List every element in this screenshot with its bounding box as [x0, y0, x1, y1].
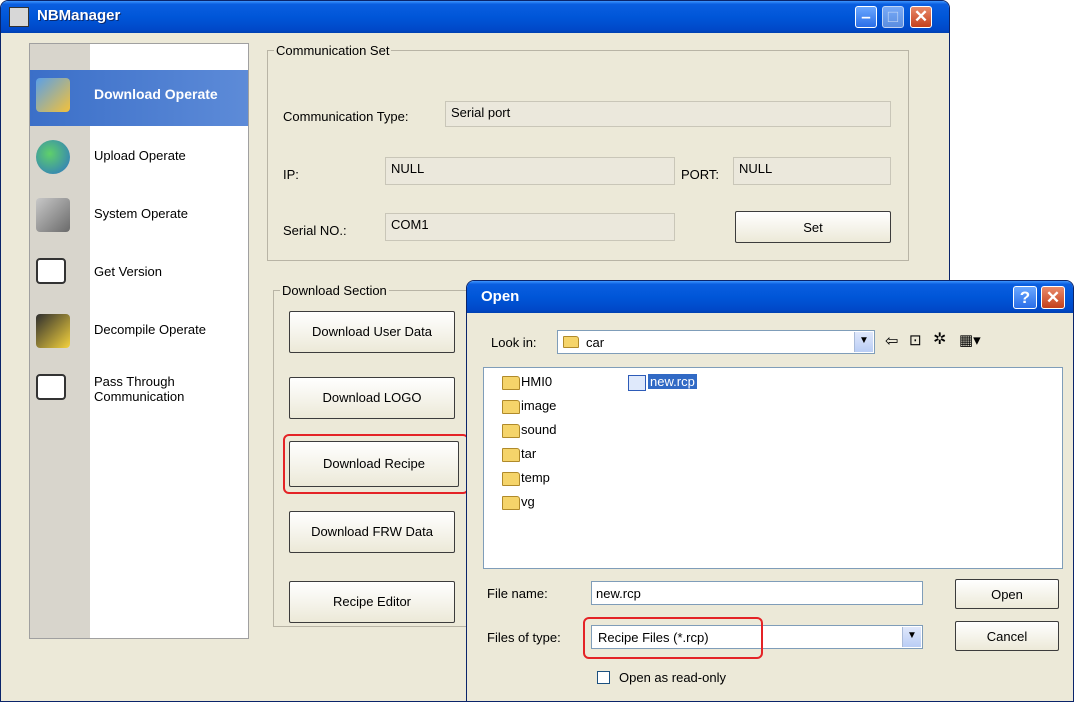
window-title: NBManager — [37, 7, 121, 24]
recipe-editor-button[interactable]: Recipe Editor — [289, 581, 455, 623]
ip-label: IP: — [283, 167, 299, 182]
chevron-down-icon: ▼ — [907, 630, 917, 641]
folder-item-hmi0[interactable]: HMI0 — [502, 374, 552, 392]
pass-through-icon — [36, 374, 66, 400]
back-icon[interactable]: ⇦ — [885, 331, 898, 351]
get-version-icon — [36, 258, 66, 284]
communication-set-legend: Communication Set — [276, 43, 390, 58]
highlight-download-recipe — [283, 434, 469, 494]
folder-icon — [502, 471, 520, 486]
comm-type-field: Serial port — [445, 101, 891, 127]
close-icon: ✕ — [913, 7, 929, 26]
folder-icon — [563, 336, 579, 348]
nav-item-label: Upload Operate — [94, 148, 186, 163]
decompile-operate-icon — [36, 314, 70, 348]
close-button[interactable]: ✕ — [910, 6, 932, 28]
folder-icon — [502, 423, 520, 438]
folder-item-vg[interactable]: vg — [502, 494, 535, 512]
download-operate-icon — [36, 78, 70, 112]
file-item-new-rcp[interactable]: new.rcp — [628, 374, 697, 392]
nav-item-label: Download Operate — [94, 86, 218, 102]
lookin-label: Look in: — [491, 335, 537, 350]
folder-icon — [502, 447, 520, 462]
readonly-checkbox[interactable] — [597, 671, 610, 684]
download-user-data-button[interactable]: Download User Data — [289, 311, 455, 353]
folder-icon — [502, 399, 520, 414]
maximize-icon: □ — [887, 7, 899, 26]
minimize-button[interactable]: – — [855, 6, 877, 28]
folder-name: sound — [521, 422, 557, 437]
port-label: PORT: — [681, 167, 720, 182]
nav-item-decompile-operate[interactable]: Decompile Operate — [30, 306, 248, 362]
new-folder-icon[interactable]: ✲ — [933, 329, 946, 349]
port-field: NULL — [733, 157, 891, 185]
folder-name: image — [521, 398, 557, 413]
folder-item-tar[interactable]: tar — [502, 446, 536, 464]
up-folder-icon[interactable]: ⊡ — [909, 331, 922, 349]
lookin-dropdown-arrow[interactable]: ▼ — [854, 332, 873, 352]
folder-icon — [502, 495, 520, 510]
set-button[interactable]: Set — [735, 211, 891, 243]
download-logo-button[interactable]: Download LOGO — [289, 377, 455, 419]
filetype-label: Files of type: — [487, 630, 561, 645]
file-name: new.rcp — [648, 374, 697, 389]
nav-item-download-operate[interactable]: Download Operate — [30, 70, 248, 126]
help-icon: ? — [1019, 288, 1031, 307]
download-section-legend: Download Section — [282, 283, 387, 298]
dialog-title-bar[interactable]: Open ? ✕ — [467, 281, 1073, 313]
folder-name: tar — [521, 446, 537, 461]
filename-label: File name: — [487, 586, 548, 601]
nav-item-label: System Operate — [94, 206, 188, 221]
folder-name: temp — [521, 470, 550, 485]
readonly-label: Open as read-only — [619, 670, 726, 685]
highlight-file-type — [583, 617, 763, 659]
serial-no-label: Serial NO.: — [283, 223, 347, 238]
dialog-title: Open — [481, 288, 520, 305]
nav-item-get-version[interactable]: Get Version — [30, 248, 248, 304]
serial-no-field: COM1 — [385, 213, 675, 241]
view-menu-icon[interactable]: ▦▾ — [959, 331, 981, 349]
app-icon — [9, 7, 29, 27]
nav-item-label-line1: Pass Through — [94, 374, 175, 389]
folder-name: HMI0 — [521, 374, 553, 389]
title-bar[interactable]: NBManager – □ ✕ — [1, 1, 949, 33]
filetype-dropdown-arrow[interactable]: ▼ — [902, 627, 921, 647]
lookin-value: car — [586, 335, 605, 350]
dialog-close-button[interactable]: ✕ — [1041, 286, 1065, 309]
folder-item-temp[interactable]: temp — [502, 470, 550, 488]
nav-item-label-line2: Communication — [94, 389, 185, 404]
nav-item-pass-through[interactable]: Pass Through Communication — [30, 364, 248, 424]
nav-item-label: Get Version — [94, 264, 162, 279]
maximize-button[interactable]: □ — [882, 6, 904, 28]
folder-name: vg — [521, 494, 535, 509]
operation-nav: Download Operate Upload Operate System O… — [29, 43, 249, 639]
nav-item-label: Pass Through Communication — [94, 374, 184, 404]
upload-operate-icon — [36, 140, 70, 174]
chevron-down-icon: ▼ — [859, 335, 869, 346]
filename-input[interactable]: new.rcp — [591, 581, 923, 605]
minimize-icon: – — [861, 7, 871, 26]
recipe-file-icon — [628, 374, 646, 391]
cancel-button[interactable]: Cancel — [955, 621, 1059, 651]
download-frw-data-button[interactable]: Download FRW Data — [289, 511, 455, 553]
comm-type-label: Communication Type: — [283, 109, 409, 124]
file-list[interactable]: HMI0 image sound tar temp vg new.rcp — [483, 367, 1063, 569]
open-dialog: Open ? ✕ Look in: car ▼ ⇦ ⊡ ✲ ▦▾ HMI0 im… — [466, 280, 1074, 702]
folder-item-image[interactable]: image — [502, 398, 556, 416]
nav-item-system-operate[interactable]: System Operate — [30, 190, 248, 246]
folder-icon — [502, 375, 520, 390]
lookin-combo[interactable]: car ▼ — [557, 330, 875, 354]
help-button[interactable]: ? — [1013, 286, 1037, 309]
nav-item-label: Decompile Operate — [94, 322, 206, 337]
open-button[interactable]: Open — [955, 579, 1059, 609]
close-icon: ✕ — [1045, 288, 1061, 307]
ip-field: NULL — [385, 157, 675, 185]
folder-item-sound[interactable]: sound — [502, 422, 556, 440]
nav-item-upload-operate[interactable]: Upload Operate — [30, 132, 248, 188]
system-operate-icon — [36, 198, 70, 232]
